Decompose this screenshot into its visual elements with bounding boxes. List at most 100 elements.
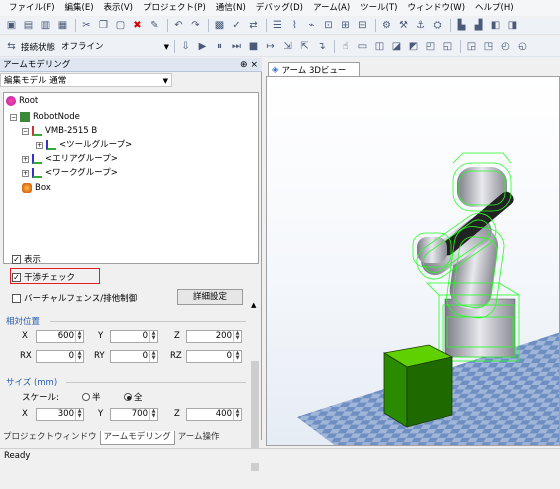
list-icon[interactable]: ☰ [270,19,285,33]
menu-debug[interactable]: デバッグ(D) [251,0,308,16]
hand-icon[interactable]: ☝ [338,40,353,54]
show-checkbox[interactable]: ✓ 表示 [12,253,41,265]
tool-l-icon[interactable]: ◧ [488,19,503,33]
tree-node-root[interactable]: Root [6,95,38,107]
tool-k-icon[interactable]: ▟ [471,19,486,33]
tool-b-icon[interactable]: ⌁ [304,19,319,33]
check-icon[interactable]: ✓ [229,19,244,33]
tool-g-icon[interactable]: ⚒ [396,19,411,33]
redo-icon[interactable]: ↷ [188,19,203,33]
relpos-y-input[interactable]: 0 ▲ ▼ [110,330,158,343]
copy-icon[interactable]: ❐ [96,19,111,33]
view-e-icon[interactable]: ◰ [423,40,438,54]
relpos-rz-input[interactable]: 0 ▲ ▼ [186,350,242,363]
menu-project[interactable]: プロジェクト(P) [138,0,211,16]
tab-arm-modeling[interactable]: アームモデリング [99,431,175,445]
menu-comm[interactable]: 通信(N) [211,0,251,16]
size-y-input[interactable]: 700 ▲ ▼ [110,408,158,421]
expand-icon[interactable]: + [36,141,43,149]
view-h-icon[interactable]: ◳ [481,40,496,54]
tool-m-icon[interactable]: ◨ [505,19,520,33]
tool-h-icon[interactable]: ⚓ [413,19,428,33]
relpos-ry-input[interactable]: 0 ▲ ▼ [110,350,158,363]
tree-node-work-group[interactable]: + <ワークグループ> [22,167,118,179]
spinner-icon[interactable]: ▲ ▼ [149,409,157,420]
step-into-icon[interactable]: ⇲ [280,40,295,54]
step-out-icon[interactable]: ⇱ [297,40,312,54]
spinner-icon[interactable]: ▲ ▼ [149,331,157,342]
spinner-icon[interactable]: ▲ ▼ [233,409,241,420]
menu-help[interactable]: ヘルプ(H) [470,0,519,16]
tree-node-tool-group[interactable]: + <ツールグループ> [36,139,132,151]
menu-window[interactable]: ウィンドウ(W) [402,0,470,16]
detail-settings-button[interactable]: 詳細設定 [177,289,243,305]
step-icon[interactable]: ⏭ [229,40,244,54]
spinner-icon[interactable]: ▲ ▼ [149,351,157,362]
step-over-icon[interactable]: ↦ [263,40,278,54]
paste-icon[interactable]: ▢ [113,19,128,33]
collapse-icon[interactable]: − [10,113,17,121]
view-f-icon[interactable]: ◱ [440,40,455,54]
view-d-icon[interactable]: ◩ [406,40,421,54]
view-g-icon[interactable]: ◲ [464,40,479,54]
menu-edit[interactable]: 編集(E) [60,0,99,16]
new-icon[interactable]: ▣ [4,19,19,33]
tree-node-robotnode[interactable]: − RobotNode [10,111,80,123]
tool-c-icon[interactable]: ⊡ [321,19,336,33]
tab-arm-3d-view[interactable]: ◈ アーム 3Dビュー [268,62,360,76]
tree-node-vmb[interactable]: − VMB-2515 B [22,125,97,137]
tool-d-icon[interactable]: ⊞ [338,19,353,33]
menu-tools[interactable]: ツール(T) [355,0,402,16]
tool-j-icon[interactable]: ▙ [454,19,469,33]
expand-icon[interactable]: + [22,169,29,177]
spinner-icon[interactable]: ▲ ▼ [233,331,241,342]
size-x-input[interactable]: 300 ▲ ▼ [36,408,84,421]
menu-arm[interactable]: アーム(A) [308,0,355,16]
build-icon[interactable]: ▩ [212,19,227,33]
tool-i-icon[interactable]: ⛭ [430,19,445,33]
tool-e-icon[interactable]: ⊟ [355,19,370,33]
relpos-x-input[interactable]: 600 ▲ ▼ [36,330,84,343]
view-j-icon[interactable]: ◵ [515,40,530,54]
run-to-icon[interactable]: ↴ [314,40,329,54]
edit-icon[interactable]: ✎ [147,19,162,33]
save-icon[interactable]: ▥ [38,19,53,33]
scroll-up-icon[interactable]: ▲ [251,301,256,309]
scale-full-radio[interactable]: 全 [124,391,143,403]
pause-icon[interactable]: ⏸ [212,40,227,54]
tab-arm-operation[interactable]: アーム操作 [175,431,223,445]
download-icon[interactable]: ⇩ [178,40,193,54]
collapse-icon[interactable]: − [22,127,29,135]
expand-icon[interactable]: + [22,155,29,163]
cut-icon[interactable]: ✂ [79,19,94,33]
spinner-icon[interactable]: ▲ ▼ [75,351,83,362]
spinner-icon[interactable]: ▲ ▼ [233,351,241,362]
size-z-input[interactable]: 400 ▲ ▼ [186,408,242,421]
open-icon[interactable]: ▤ [21,19,36,33]
save-all-icon[interactable]: ▦ [55,19,70,33]
view-a-icon[interactable]: ▭ [355,40,370,54]
undo-icon[interactable]: ↶ [171,19,186,33]
virtual-fence-checkbox[interactable]: バーチャルフェンス/排他制御 [12,292,137,304]
tree-node-box[interactable]: Box [22,182,51,194]
tool-a-icon[interactable]: ⌇ [287,19,302,33]
view-b-icon[interactable]: ◫ [372,40,387,54]
arm-3d-viewport[interactable] [266,76,560,446]
view-c-icon[interactable]: ◪ [389,40,404,54]
transfer-icon[interactable]: ⇄ [246,19,261,33]
stop-icon[interactable]: ■ [246,40,261,54]
tool-f-icon[interactable]: ⚙ [379,19,394,33]
menu-file[interactable]: ファイル(F) [4,0,60,16]
relpos-z-input[interactable]: 200 ▲ ▼ [186,330,242,343]
connection-select[interactable]: オフライン ▼ [59,40,171,54]
tab-project-window[interactable]: プロジェクトウィンドウ [0,431,100,445]
menu-view[interactable]: 表示(V) [99,0,138,16]
pin-close-icon[interactable]: ⊕ × [240,58,258,72]
edit-model-select[interactable]: 編集モデル 通常 ▼ [0,73,172,87]
scale-half-radio[interactable]: 半 [82,391,101,403]
spinner-icon[interactable]: ▲ ▼ [75,409,83,420]
play-icon[interactable]: ▶ [195,40,210,54]
view-i-icon[interactable]: ◴ [498,40,513,54]
collision-check-checkbox[interactable]: ✓ 干渉チェック [12,271,75,283]
spinner-icon[interactable]: ▲ ▼ [75,331,83,342]
